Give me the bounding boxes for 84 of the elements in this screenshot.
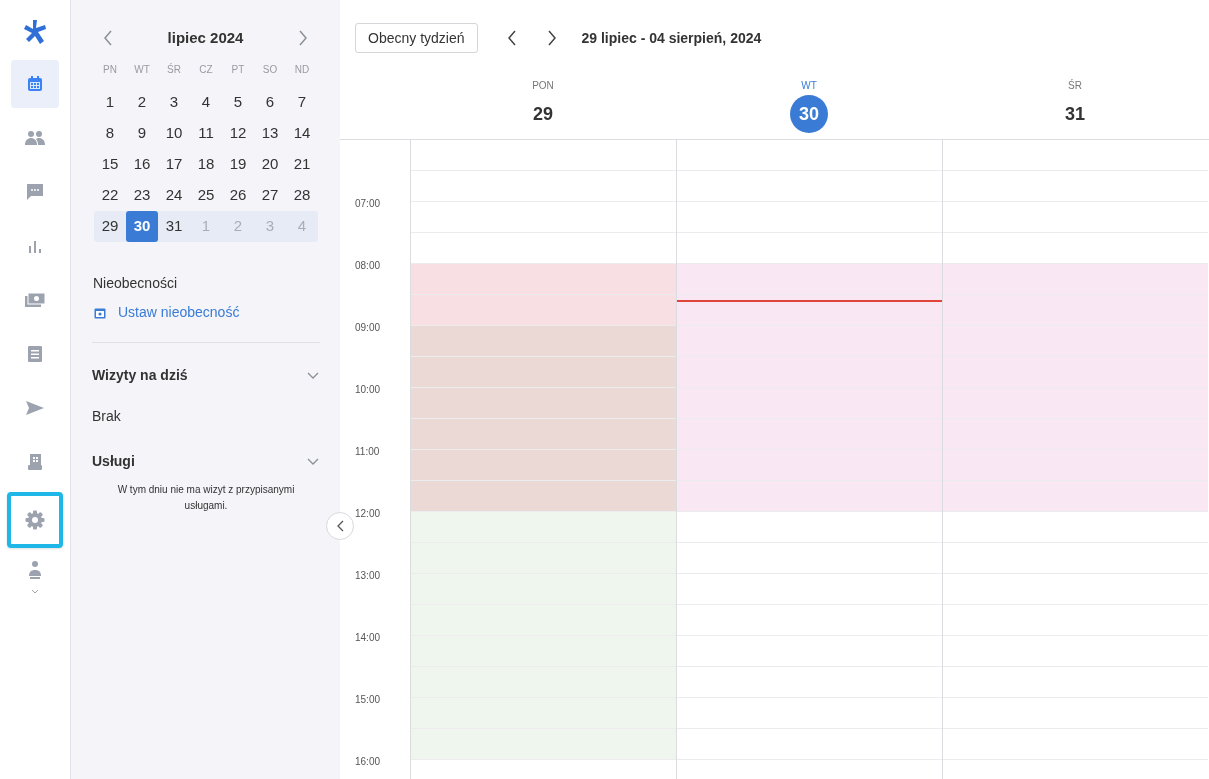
weekday-label: ŚR [1068, 78, 1082, 93]
weekday-label: WT [801, 79, 817, 93]
chevron-down-icon [307, 372, 319, 379]
day-number: 30 [790, 95, 828, 133]
chart-icon [27, 239, 43, 253]
calendar-day[interactable]: 28 [286, 180, 318, 211]
empty-message: W tym dniu nie ma wizyt z przypisanymi usługami. [116, 483, 296, 513]
weekday-label: SO [262, 63, 278, 77]
settings-icon [25, 510, 45, 530]
calendar-day[interactable]: 17 [158, 149, 190, 180]
set-absence-link[interactable]: Ustaw nieobecność [94, 302, 319, 323]
time-label: 13:00 [355, 569, 381, 583]
chevron-left-icon [103, 30, 113, 46]
calendar-day[interactable]: 24 [158, 180, 190, 211]
weekday-label: CZ [199, 63, 213, 77]
nav-button[interactable] [7, 492, 63, 548]
section-heading: Wizyty na dziś [92, 366, 188, 385]
calendar-day[interactable]: 21 [286, 149, 318, 180]
user-icon [28, 560, 42, 596]
calendar-day[interactable]: 14 [286, 118, 318, 149]
weekday-label: PON [532, 79, 554, 93]
calendar-day[interactable]: 19 [222, 149, 254, 180]
time-label: 16:00 [355, 755, 381, 769]
calendar-day[interactable]: 27 [254, 180, 286, 211]
day-number: 29 [532, 102, 554, 126]
calendar-day[interactable]: 13 [254, 118, 286, 149]
calendar-day[interactable]: 16 [126, 149, 158, 180]
time-label: 15:00 [355, 693, 381, 707]
time-label: 14:00 [355, 631, 381, 645]
time-label: 11:00 [355, 445, 380, 459]
chevron-down-icon [307, 458, 319, 465]
calendar-day[interactable]: 6 [254, 87, 286, 118]
calendar-icon [94, 306, 106, 319]
calendar-day[interactable]: 25 [190, 180, 222, 211]
calendar-day[interactable]: 4 [190, 87, 222, 118]
chevron-left-icon [506, 30, 517, 46]
calendar-day[interactable]: 18 [190, 149, 222, 180]
nav-button[interactable] [11, 60, 59, 108]
calendar-day[interactable]: 8 [94, 118, 126, 149]
people-icon [24, 130, 46, 146]
calendar-icon [26, 75, 44, 93]
calendar-day[interactable]: 26 [222, 180, 254, 211]
calendar-day[interactable]: 31 [158, 211, 190, 242]
calendar-day[interactable]: 3 [158, 87, 190, 118]
weekday-label: WT [134, 63, 150, 77]
calendar-day[interactable]: 5 [222, 87, 254, 118]
weekday-label: ND [294, 63, 310, 77]
chevron-left-icon [336, 520, 344, 532]
current-week-button[interactable]: Obecny tydzień [355, 23, 478, 53]
logo-icon [22, 19, 48, 45]
calendar-day[interactable]: 12 [222, 118, 254, 149]
weekday-label: PT [231, 63, 245, 77]
send-icon [25, 400, 45, 416]
calendar-day[interactable]: 22 [94, 180, 126, 211]
time-label: 12:00 [355, 507, 381, 521]
calendar-day[interactable]: 1 [94, 87, 126, 118]
time-label: 07:00 [355, 197, 381, 211]
calendar-day[interactable]: 23 [126, 180, 158, 211]
section-heading: Nieobecności [93, 274, 179, 293]
calendar-day[interactable]: 11 [190, 118, 222, 149]
calendar-day[interactable]: 2 [126, 87, 158, 118]
time-label: 08:00 [355, 259, 381, 273]
chevron-right-icon [298, 30, 308, 46]
chevron-right-icon [546, 30, 557, 46]
calendar-day[interactable]: 29 [94, 211, 126, 242]
weekday-label: ŚR [167, 62, 181, 77]
date-range: 29 lipiec - 04 sierpień, 2024 [581, 28, 762, 48]
time-label: 10:00 [355, 383, 381, 397]
calendar-day[interactable]: 15 [94, 149, 126, 180]
calendar-day[interactable]: 10 [158, 118, 190, 149]
calendar-day[interactable]: 20 [254, 149, 286, 180]
weekday-label: PN [103, 63, 117, 77]
time-label: 09:00 [355, 321, 381, 335]
empty-message: Brak [92, 407, 122, 426]
collapse-button[interactable] [326, 512, 354, 540]
calendar-day[interactable]: 9 [126, 118, 158, 149]
money-icon [24, 291, 46, 309]
document-icon [27, 345, 43, 363]
chat-icon [25, 182, 45, 202]
calendar-day[interactable]: 7 [286, 87, 318, 118]
day-number: 31 [1064, 102, 1086, 126]
calendar-day[interactable]: 30 [126, 211, 158, 242]
month-title: lipiec 2024 [167, 27, 244, 48]
section-heading: Usługi [92, 452, 135, 471]
